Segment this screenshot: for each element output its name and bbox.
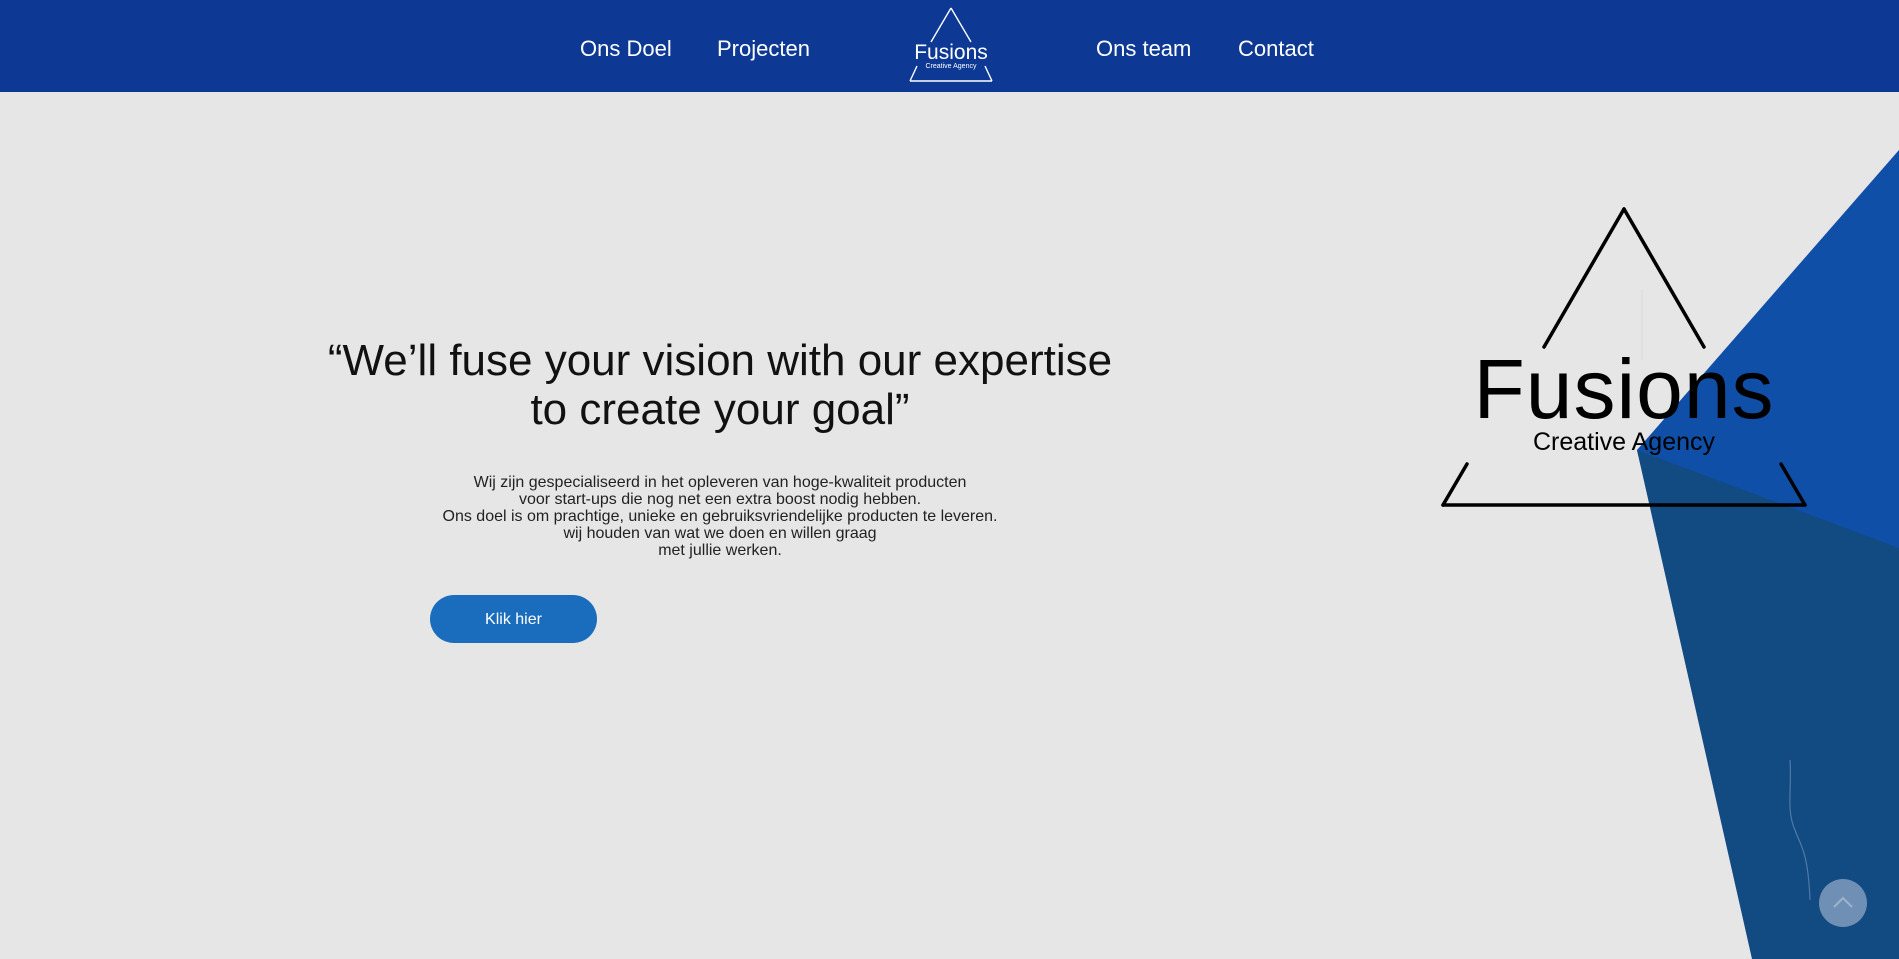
hero-description: Wij zijn gespecialiseerd in het oplevere… [370,474,1070,559]
hero-description-line: Ons doel is om prachtige, unieke en gebr… [442,508,998,525]
hero-quote: “We’ll fuse your vision with our experti… [270,336,1170,434]
header-logo-title: Fusions [914,41,988,64]
hero-logo-title: Fusions [1473,342,1775,436]
hero-description-line: met jullie werken. [658,542,782,559]
header-nav: Ons Doel Projecten Fusions Creative Agen… [0,0,1899,92]
hero-quote-line: “We’ll fuse your vision with our experti… [327,336,1113,385]
cta-button[interactable]: Klik hier [430,595,597,643]
hero-quote-line: to create your goal” [530,385,910,434]
nav-link-ons-doel[interactable]: Ons Doel [580,36,672,62]
hero-logo-subtitle: Creative Agency [1532,428,1716,456]
hero-description-line: wij houden van wat we doen en willen gra… [563,525,877,542]
header-logo-subtitle: Creative Agency [925,63,977,70]
page: Ons Doel Projecten Fusions Creative Agen… [0,0,1899,959]
scroll-to-top-button[interactable] [1819,879,1867,927]
header-logo[interactable]: Fusions Creative Agency [903,6,999,84]
hero-logo: Fusions Creative Agency [1438,206,1810,510]
chevron-up-icon [1833,896,1853,908]
nav-link-projecten[interactable]: Projecten [717,36,810,62]
hero-description-line: voor start-ups die nog net een extra boo… [518,491,922,508]
hero-description-line: Wij zijn gespecialiseerd in het oplevere… [473,474,967,491]
nav-link-ons-team[interactable]: Ons team [1096,36,1191,62]
nav-link-contact[interactable]: Contact [1238,36,1314,62]
